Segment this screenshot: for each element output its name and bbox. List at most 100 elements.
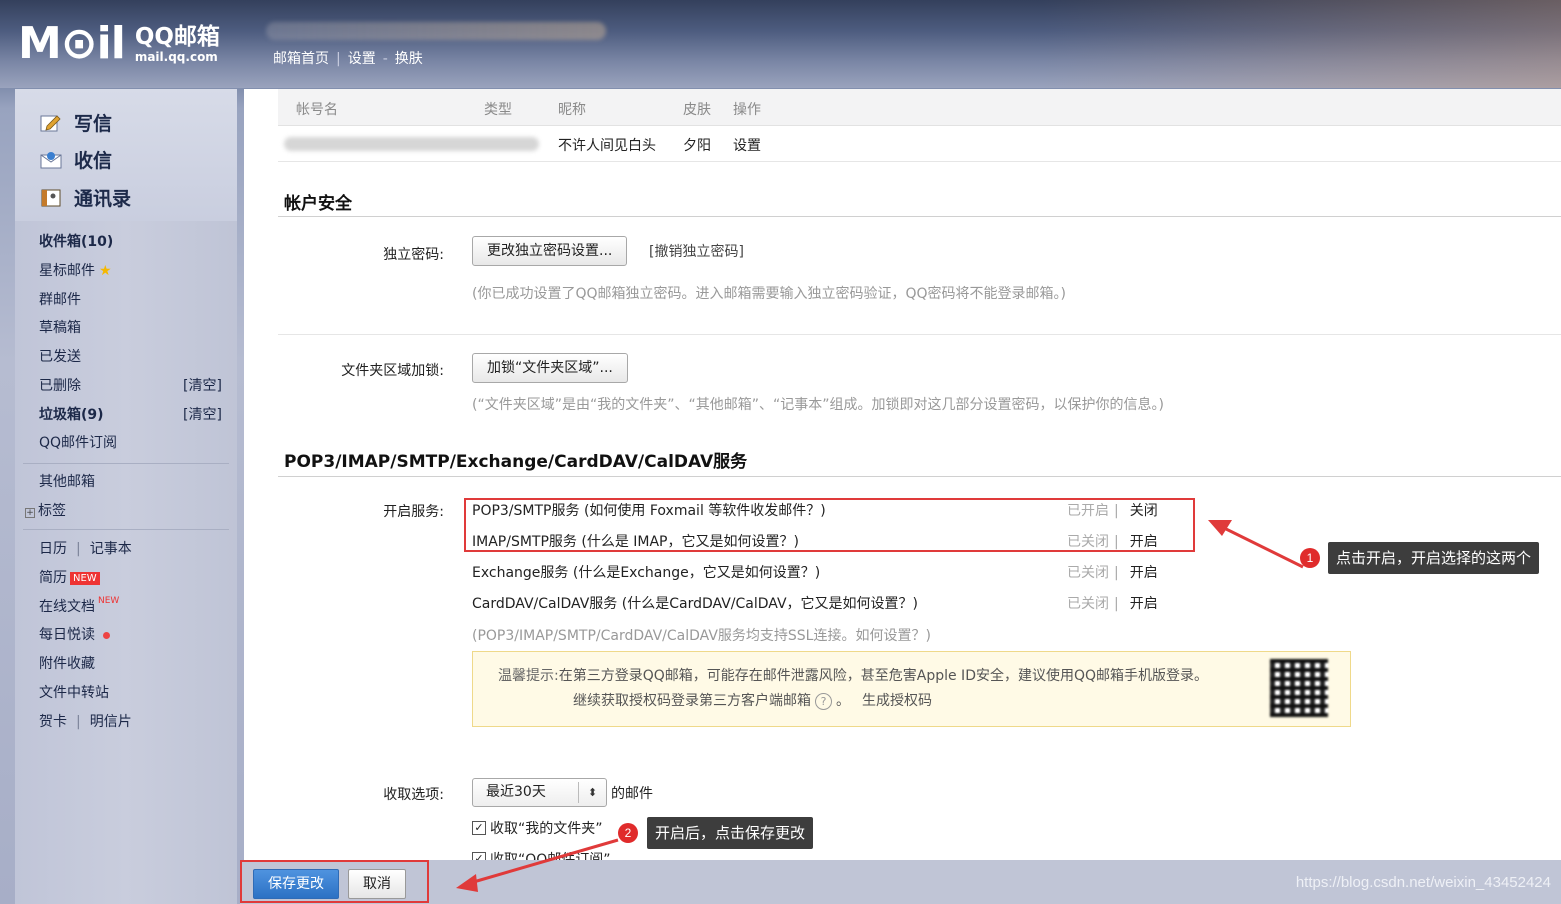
service-imap-status: 已关闭 | 开启 bbox=[1067, 534, 1158, 550]
status-text: 已关闭 bbox=[1067, 596, 1109, 612]
tip-line-2: 继续获取授权码登录第三方客户端邮箱?。生成授权码 bbox=[573, 690, 932, 710]
tip-text: 在第三方登录QQ邮箱，可能存在邮件泄露风险，甚至危害Apple ID安全，建议使… bbox=[558, 668, 1209, 684]
other-mail-link[interactable]: 其他邮箱 bbox=[39, 471, 95, 491]
settings-panel: 帐号名 类型 昵称 皮肤 操作 不许人间见白头 夕阳 设置 帐户安全 独立密码:… bbox=[244, 89, 1561, 860]
checkbox-checked-icon[interactable]: ✓ bbox=[472, 852, 486, 860]
tags-label: 标签 bbox=[38, 503, 66, 519]
folder-group[interactable]: 群邮件 bbox=[39, 289, 81, 309]
service-name: CardDAV/CalDAV服务 bbox=[472, 596, 618, 612]
nav-settings-link[interactable]: 设置 bbox=[348, 51, 376, 67]
account-name-blurred bbox=[284, 137, 539, 151]
calendar-link[interactable]: 日历 bbox=[39, 541, 67, 557]
folder-subscriptions[interactable]: QQ邮件订阅 bbox=[39, 432, 117, 452]
status-text: 已关闭 bbox=[1067, 565, 1109, 581]
inbox-link[interactable]: 收信 bbox=[40, 146, 112, 173]
inbox-label: 收信 bbox=[74, 150, 113, 172]
compose-link[interactable]: 写信 bbox=[40, 109, 112, 136]
tags-link[interactable]: + 标签 bbox=[25, 500, 66, 520]
col-account: 帐号名 bbox=[296, 102, 338, 118]
nav-home-link[interactable]: 邮箱首页 bbox=[273, 51, 329, 67]
notebook-link[interactable]: 记事本 bbox=[90, 541, 132, 557]
folder-lock-button[interactable]: 加锁“文件夹区域”... bbox=[472, 353, 628, 383]
tip-period: 。 bbox=[836, 693, 850, 709]
pop3-close-link[interactable]: 关闭 bbox=[1130, 503, 1158, 519]
folder-starred[interactable]: 星标邮件 ★ bbox=[39, 260, 112, 280]
address-book-icon bbox=[40, 188, 62, 208]
fetch-suffix: 的邮件 bbox=[611, 786, 653, 802]
carddav-open-link[interactable]: 开启 bbox=[1130, 596, 1158, 612]
daily-read-link[interactable]: 每日悦读 bbox=[39, 624, 110, 644]
service-carddav-status: 已关闭 | 开启 bbox=[1067, 596, 1158, 612]
service-carddav: CardDAV/CalDAV服务 (什么是CardDAV/CalDAV，它又是如… bbox=[472, 593, 918, 613]
resume-label: 简历 bbox=[39, 570, 67, 586]
service-pop3-smtp: POP3/SMTP服务 (如何使用 Foxmail 等软件收发邮件？) bbox=[472, 500, 826, 520]
star-icon: ★ bbox=[99, 263, 112, 279]
service-help-link[interactable]: (什么是Exchange，它又是如何设置？) bbox=[573, 565, 820, 581]
fetch-myfolders-checkbox[interactable]: ✓ 收取“我的文件夹” bbox=[472, 818, 603, 838]
resume-link[interactable]: 简历 NEW bbox=[39, 567, 100, 587]
card-row: 贺卡 | 明信片 bbox=[39, 714, 132, 730]
account-settings-link[interactable]: 设置 bbox=[733, 135, 761, 155]
service-exchange: Exchange服务 (什么是Exchange，它又是如何设置？) bbox=[472, 562, 820, 582]
action-bar: 保存更改 取消 https://blog.csdn.net/weixin_434… bbox=[240, 860, 1561, 904]
service-help-link[interactable]: (什么是 IMAP，它又是如何设置？) bbox=[581, 534, 799, 550]
folder-inbox[interactable]: 收件箱(10) bbox=[39, 231, 113, 251]
help-icon[interactable]: ? bbox=[815, 693, 832, 710]
new-badge: NEW bbox=[70, 571, 100, 585]
col-skin: 皮肤 bbox=[683, 102, 711, 118]
folder-drafts[interactable]: 草稿箱 bbox=[39, 317, 81, 337]
fetch-subscriptions-checkbox[interactable]: ✓ 收取“QQ邮件订阅” bbox=[472, 849, 611, 860]
contacts-link[interactable]: 通讯录 bbox=[40, 184, 131, 211]
sidebar: 写信 收信 通讯录 收件箱(10) 星标邮件 ★ 群邮件 草稿箱 已发送 已删除 … bbox=[15, 89, 237, 904]
docs-link[interactable]: 在线文档 NEW bbox=[39, 596, 119, 616]
envelope-icon bbox=[40, 150, 62, 170]
change-password-button[interactable]: 更改独立密码设置... bbox=[472, 236, 628, 266]
col-nickname: 昵称 bbox=[558, 102, 586, 118]
tip-text-2: 继续获取授权码登录第三方客户端邮箱 bbox=[573, 693, 811, 709]
folder-spam[interactable]: 垃圾箱(9) bbox=[39, 404, 104, 424]
logo-mark: M⊙il bbox=[18, 18, 126, 69]
daily-read-label: 每日悦读 bbox=[39, 627, 95, 643]
save-button[interactable]: 保存更改 bbox=[253, 869, 339, 899]
account-skin: 夕阳 bbox=[683, 138, 711, 154]
cancel-button[interactable]: 取消 bbox=[348, 869, 406, 899]
select-value: 最近30天 bbox=[486, 784, 546, 800]
status-text: 已关闭 bbox=[1067, 534, 1109, 550]
divider bbox=[278, 216, 1561, 217]
clear-deleted-link[interactable]: [清空] bbox=[183, 375, 222, 395]
nav-skin-link[interactable]: 换肤 bbox=[395, 51, 423, 67]
service-name: IMAP/SMTP服务 bbox=[472, 534, 577, 550]
attachments-link[interactable]: 附件收藏 bbox=[39, 653, 95, 673]
account-row: 不许人间见白头 夕阳 设置 bbox=[278, 126, 1561, 162]
fetch-range-select[interactable]: 最近30天 ⬍ bbox=[472, 778, 607, 807]
divider bbox=[23, 463, 229, 464]
clear-spam-link[interactable]: [清空] bbox=[183, 404, 222, 424]
services-label: 开启服务: bbox=[383, 504, 444, 520]
step-1-marker: 1 bbox=[1300, 548, 1320, 568]
select-arrows-icon: ⬍ bbox=[578, 782, 606, 803]
watermark: https://blog.csdn.net/weixin_43452424 bbox=[1295, 874, 1551, 891]
contacts-label: 通讯录 bbox=[74, 188, 132, 210]
ssl-hint[interactable]: (POP3/IMAP/SMTP/CardDAV/CalDAV服务均支持SSL连接… bbox=[472, 625, 931, 645]
postcard-link[interactable]: 明信片 bbox=[90, 714, 132, 730]
qq-mail-logo[interactable]: M⊙il QQ邮箱 mail.qq.com bbox=[18, 22, 220, 66]
folder-sent[interactable]: 已发送 bbox=[39, 346, 81, 366]
generate-code-link[interactable]: 生成授权码 bbox=[862, 693, 932, 709]
revoke-password-link[interactable]: [撤销独立密码] bbox=[649, 241, 744, 261]
greeting-card-link[interactable]: 贺卡 bbox=[39, 714, 67, 730]
security-title: 帐户安全 bbox=[284, 194, 352, 214]
accounts-table-header: 帐号名 类型 昵称 皮肤 操作 bbox=[278, 89, 1561, 126]
folder-deleted[interactable]: 已删除 bbox=[39, 375, 81, 395]
checkbox-checked-icon[interactable]: ✓ bbox=[472, 821, 486, 835]
file-transfer-link[interactable]: 文件中转站 bbox=[39, 682, 109, 702]
service-help-link[interactable]: (什么是CardDAV/CalDAV，它又是如何设置？) bbox=[622, 596, 918, 612]
fetch-options-label: 收取选项: bbox=[383, 787, 444, 803]
imap-open-link[interactable]: 开启 bbox=[1130, 534, 1158, 550]
user-info-blurred bbox=[266, 22, 606, 40]
exchange-open-link[interactable]: 开启 bbox=[1130, 565, 1158, 581]
col-action: 操作 bbox=[733, 102, 761, 118]
service-imap-smtp: IMAP/SMTP服务 (什么是 IMAP，它又是如何设置？) bbox=[472, 531, 799, 551]
expand-plus-icon[interactable]: + bbox=[25, 508, 35, 518]
service-name: Exchange服务 bbox=[472, 565, 569, 581]
service-help-link[interactable]: (如何使用 Foxmail 等软件收发邮件？) bbox=[584, 503, 826, 519]
